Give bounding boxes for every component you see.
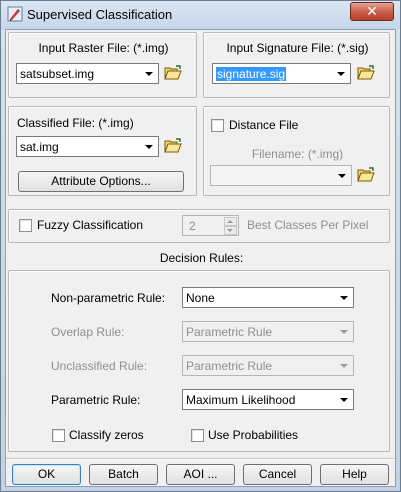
classified-file-panel: Classified File: (*.img) sat.img Attribu… bbox=[8, 106, 197, 196]
input-raster-label: Input Raster File: (*.img) bbox=[38, 41, 169, 55]
non-parametric-rule-value: None bbox=[186, 291, 215, 305]
attribute-options-button[interactable]: Attribute Options... bbox=[18, 171, 184, 192]
distance-file-panel: Distance File Filename: (*.img) bbox=[203, 106, 390, 196]
chevron-down-icon[interactable] bbox=[142, 139, 156, 154]
cancel-button[interactable]: Cancel bbox=[243, 464, 312, 485]
distance-file-checkbox[interactable] bbox=[211, 119, 224, 132]
chevron-down-icon[interactable] bbox=[337, 324, 351, 339]
open-folder-icon[interactable] bbox=[357, 167, 375, 183]
aoi-button[interactable]: AOI ... bbox=[166, 464, 235, 485]
distance-filename-label: Filename: (*.img) bbox=[251, 147, 344, 161]
decision-rules-heading: Decision Rules: bbox=[159, 251, 244, 265]
use-probabilities-label: Use Probabilities bbox=[208, 428, 299, 442]
classify-zeros-label: Classify zeros bbox=[69, 428, 144, 442]
chevron-down-icon[interactable] bbox=[337, 358, 351, 373]
window-title: Supervised Classification bbox=[27, 7, 173, 22]
non-parametric-rule-label: Non-parametric Rule: bbox=[51, 291, 166, 305]
input-signature-combo[interactable]: signature.sig bbox=[212, 63, 351, 84]
ok-button[interactable]: OK bbox=[12, 464, 81, 485]
spin-down-icon[interactable] bbox=[224, 226, 237, 235]
classified-file-combo[interactable]: sat.img bbox=[16, 136, 159, 157]
classify-zeros-checkbox[interactable] bbox=[52, 429, 65, 442]
dialog-client: Input Raster File: (*.img) satsubset.img… bbox=[5, 29, 396, 487]
input-raster-panel: Input Raster File: (*.img) satsubset.img bbox=[8, 32, 197, 98]
parametric-rule-label: Parametric Rule: bbox=[51, 393, 141, 407]
open-folder-icon[interactable] bbox=[164, 65, 182, 81]
best-classes-label: Best Classes Per Pixel bbox=[247, 218, 369, 232]
input-raster-value: satsubset.img bbox=[20, 67, 95, 81]
open-folder-icon[interactable] bbox=[164, 138, 182, 154]
chevron-down-icon[interactable] bbox=[337, 290, 351, 305]
app-pencil-icon bbox=[7, 6, 23, 22]
decision-rules-panel: Non-parametric Rule: None Overlap Rule: … bbox=[8, 270, 390, 452]
input-raster-combo[interactable]: satsubset.img bbox=[16, 63, 159, 84]
classified-file-label: Classified File: (*.img) bbox=[17, 116, 134, 130]
chevron-down-icon[interactable] bbox=[337, 392, 351, 407]
classified-file-value: sat.img bbox=[20, 140, 59, 154]
parametric-rule-value: Maximum Likelihood bbox=[186, 393, 296, 407]
fuzzy-panel: Fuzzy Classification 2 Best Classes Per … bbox=[8, 209, 390, 243]
title-bar[interactable]: Supervised Classification ✕ bbox=[1, 1, 400, 29]
spin-up-icon[interactable] bbox=[224, 217, 237, 226]
distance-file-combo[interactable] bbox=[210, 165, 352, 186]
input-signature-label: Input Signature File: (*.sig) bbox=[226, 41, 369, 55]
chevron-down-icon[interactable] bbox=[142, 66, 156, 81]
input-signature-panel: Input Signature File: (*.sig) signature.… bbox=[203, 32, 390, 98]
unclassified-rule-label: Unclassified Rule: bbox=[51, 359, 148, 373]
help-button[interactable]: Help bbox=[320, 464, 389, 485]
dialog-window: Supervised Classification ✕ Input Raster… bbox=[0, 0, 401, 492]
unclassified-rule-select[interactable]: Parametric Rule bbox=[182, 355, 354, 376]
close-button[interactable]: ✕ bbox=[350, 2, 394, 21]
overlap-rule-value: Parametric Rule bbox=[186, 325, 273, 339]
overlap-rule-select[interactable]: Parametric Rule bbox=[182, 321, 354, 342]
distance-file-label: Distance File bbox=[229, 118, 299, 132]
open-folder-icon[interactable] bbox=[357, 65, 375, 81]
chevron-down-icon[interactable] bbox=[335, 168, 349, 183]
batch-button[interactable]: Batch bbox=[89, 464, 158, 485]
input-signature-value[interactable]: signature.sig bbox=[216, 67, 287, 81]
best-classes-value: 2 bbox=[189, 219, 196, 233]
close-icon: ✕ bbox=[366, 3, 378, 19]
chevron-down-icon[interactable] bbox=[334, 66, 348, 81]
best-classes-spinner[interactable]: 2 bbox=[182, 215, 239, 236]
unclassified-rule-value: Parametric Rule bbox=[186, 359, 273, 373]
use-probabilities-checkbox[interactable] bbox=[191, 429, 204, 442]
parametric-rule-select[interactable]: Maximum Likelihood bbox=[182, 389, 354, 410]
non-parametric-rule-select[interactable]: None bbox=[182, 287, 354, 308]
fuzzy-classification-checkbox[interactable] bbox=[19, 219, 32, 232]
divider bbox=[6, 458, 395, 460]
overlap-rule-label: Overlap Rule: bbox=[51, 325, 125, 339]
fuzzy-classification-label: Fuzzy Classification bbox=[37, 218, 144, 232]
